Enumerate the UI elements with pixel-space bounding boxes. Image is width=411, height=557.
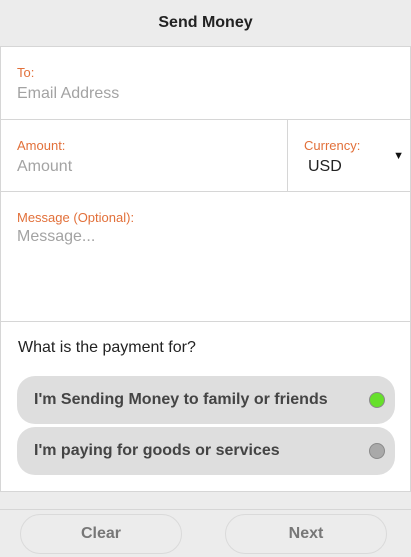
selected-radio-icon: [369, 392, 385, 408]
unselected-radio-icon: [369, 443, 385, 459]
send-money-form: To: Amount: Currency: USD ▼ Message (Opt…: [0, 47, 411, 492]
currency-value: USD: [308, 158, 342, 175]
currency-label: Currency:: [304, 138, 361, 153]
next-button[interactable]: Next: [225, 514, 387, 554]
top-bar: Send Money: [0, 0, 411, 47]
to-field: To:: [1, 47, 410, 120]
amount-field: Amount:: [1, 120, 288, 192]
purpose-option-label: I'm paying for goods or services: [34, 442, 280, 459]
currency-select[interactable]: Currency: USD ▼: [288, 120, 410, 192]
email-input[interactable]: [17, 83, 387, 105]
amount-label: Amount:: [17, 138, 66, 153]
payment-purpose-question: What is the payment for?: [18, 339, 196, 356]
amount-input[interactable]: [17, 156, 267, 178]
dropdown-caret-icon: ▼: [393, 150, 404, 162]
message-input[interactable]: [17, 228, 387, 308]
message-field: Message (Optional):: [1, 192, 410, 322]
bottom-action-bar: Clear Next: [0, 509, 411, 557]
purpose-option-label: I'm Sending Money to family or friends: [34, 391, 328, 408]
to-label: To:: [17, 65, 35, 80]
purpose-option-family-friends[interactable]: I'm Sending Money to family or friends: [17, 376, 395, 424]
page-title: Send Money: [158, 14, 253, 31]
clear-button[interactable]: Clear: [20, 514, 182, 554]
message-label: Message (Optional):: [17, 210, 135, 225]
purpose-option-goods-services[interactable]: I'm paying for goods or services: [17, 427, 395, 475]
